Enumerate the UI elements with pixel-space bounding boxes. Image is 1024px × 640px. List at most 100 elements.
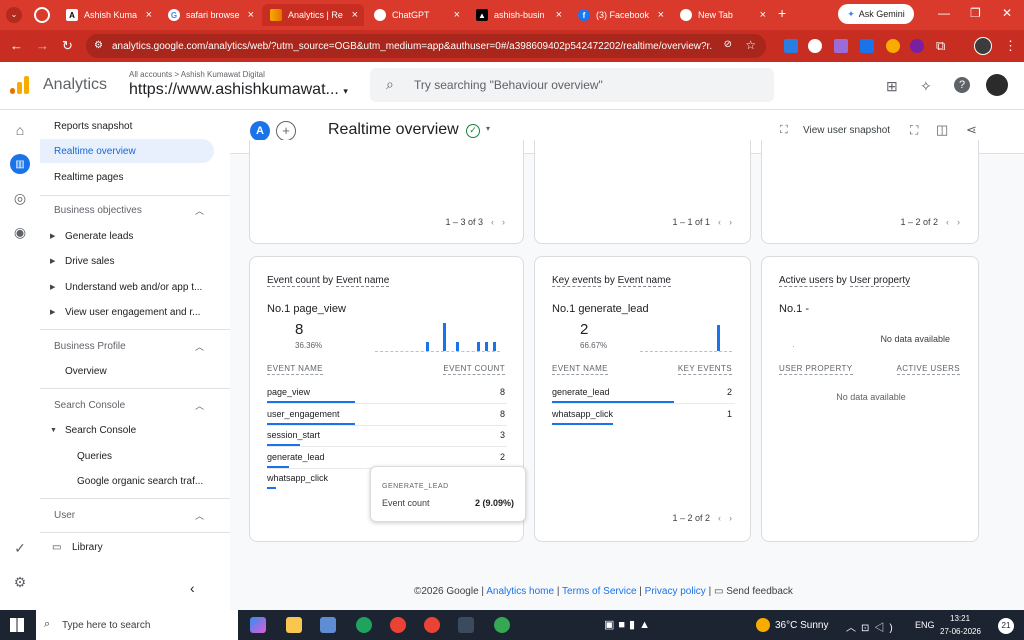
home-icon[interactable]: ⌂ — [10, 120, 30, 140]
fullscreen-icon[interactable]: ⛶ — [910, 123, 918, 138]
nav-library[interactable]: ▭ Library — [40, 535, 214, 559]
weather-text[interactable]: 36°C Sunny — [775, 620, 828, 631]
tab-ashish-business[interactable]: ▲ ashish-busin × — [468, 4, 568, 26]
app-icon[interactable] — [458, 617, 474, 633]
next-page-icon[interactable]: › — [502, 217, 505, 227]
address-bar[interactable]: ⚙ analytics.google.com/analytics/web/?ut… — [86, 34, 766, 58]
admin-check-icon[interactable]: ✓ — [10, 538, 30, 558]
analytics-logo-icon[interactable] — [10, 76, 30, 96]
minimize-icon[interactable]: — — [938, 6, 950, 20]
nav-realtime-pages[interactable]: Realtime pages — [40, 165, 214, 189]
apps-grid-icon[interactable]: ⊞ — [886, 78, 898, 95]
prev-page-icon[interactable]: ‹ — [491, 217, 494, 227]
property-selector[interactable]: https://www.ashishkumawat... ▾ — [129, 81, 348, 99]
comparison-avatar[interactable]: A — [250, 121, 270, 141]
extension-icon[interactable] — [910, 39, 924, 53]
column-header-key-events[interactable]: KEY EVENTS — [677, 364, 732, 375]
extension-icon[interactable] — [808, 39, 822, 53]
tab-safari[interactable]: Gsafari browse × — [160, 4, 260, 26]
close-tab-icon[interactable]: × — [760, 9, 766, 21]
nav-understand-traffic[interactable]: ▶ Understand web and/or app t... — [40, 275, 214, 299]
column-header-active-users[interactable]: ACTIVE USERS — [896, 364, 960, 375]
extension-icon[interactable] — [834, 39, 848, 53]
app-icon[interactable] — [320, 617, 336, 633]
view-user-snapshot-button[interactable]: View user snapshot — [803, 125, 890, 136]
forward-icon[interactable]: → — [36, 38, 49, 53]
account-avatar[interactable] — [986, 74, 1008, 96]
tab-ashish[interactable]: A Ashish Kuma × — [58, 4, 158, 26]
nav-queries[interactable]: Queries — [40, 444, 214, 468]
back-icon[interactable]: ← — [10, 38, 23, 53]
nav-overview[interactable]: Overview — [40, 359, 214, 383]
status-dropdown-icon[interactable]: ▾ — [486, 124, 490, 133]
notification-badge[interactable]: 21 — [998, 618, 1014, 634]
close-tab-icon[interactable]: × — [454, 9, 460, 21]
tray-icons[interactable]: ︿⊡◁) — [846, 619, 898, 634]
share-icon[interactable]: ⋖ — [966, 122, 977, 138]
nav-reports-snapshot[interactable]: Reports snapshot — [40, 114, 214, 138]
section-search-console[interactable]: Search Console ︿ — [40, 393, 214, 417]
prev-page-icon[interactable]: ‹ — [946, 217, 949, 227]
section-business-objectives[interactable]: Business objectives ︿ — [40, 198, 214, 222]
nav-drive-sales[interactable]: ▶ Drive sales — [40, 249, 214, 273]
site-info-icon[interactable]: ⚙ — [94, 40, 103, 51]
user-snapshot-icon[interactable]: ⛶ — [780, 124, 788, 137]
close-tab-icon[interactable]: × — [248, 9, 254, 21]
profile-avatar[interactable] — [974, 37, 992, 55]
close-tab-icon[interactable]: × — [146, 9, 152, 21]
reload-icon[interactable]: ↻ — [62, 38, 73, 54]
settings-gear-icon[interactable]: ⚙ — [10, 572, 30, 592]
table-row-name[interactable]: session_start — [267, 430, 320, 440]
column-header-event-name[interactable]: EVENT NAME — [267, 364, 323, 375]
clock-time[interactable]: 13:21 — [950, 614, 970, 623]
ask-gemini-button[interactable]: ✦ Ask Gemini — [838, 4, 914, 24]
language-indicator[interactable]: ENG — [915, 620, 935, 630]
browser-menu-icon[interactable]: ⋮ — [1004, 38, 1017, 54]
send-feedback-link[interactable]: Send feedback — [726, 586, 793, 597]
table-row-name[interactable]: whatsapp_click — [267, 473, 328, 483]
column-header-event-count[interactable]: EVENT COUNT — [443, 364, 505, 375]
terms-link[interactable]: Terms of Service — [562, 586, 636, 597]
compare-icon[interactable]: ◫ — [936, 122, 948, 138]
file-explorer-icon[interactable] — [286, 617, 302, 633]
table-row-name[interactable]: page_view — [267, 387, 310, 397]
nav-realtime-overview[interactable]: Realtime overview — [40, 139, 214, 163]
section-business-profile[interactable]: Business Profile ︿ — [40, 334, 214, 358]
nav-organic-search[interactable]: Google organic search traf... — [40, 469, 214, 493]
explore-icon[interactable]: ◎ — [10, 188, 30, 208]
tray-app-icons[interactable]: ▣■▮▲ — [604, 618, 654, 631]
tab-facebook[interactable]: f (3) Facebook × — [570, 4, 670, 26]
next-page-icon[interactable]: › — [957, 217, 960, 227]
close-window-icon[interactable]: ✕ — [1002, 6, 1012, 20]
extensions-puzzle-icon[interactable]: ⧉ — [936, 38, 945, 54]
close-tab-icon[interactable]: × — [352, 9, 358, 21]
extension-icon[interactable] — [886, 39, 900, 53]
column-header-user-property[interactable]: USER PROPERTY — [779, 364, 853, 375]
help-icon[interactable]: ? — [954, 77, 970, 93]
collapse-nav-icon[interactable]: ‹ — [190, 580, 195, 596]
copilot-icon[interactable] — [250, 617, 266, 633]
chrome-icon[interactable] — [390, 617, 406, 633]
new-tab-button[interactable]: + — [778, 5, 786, 21]
prev-page-icon[interactable]: ‹ — [718, 513, 721, 523]
add-comparison-button[interactable]: + — [276, 121, 296, 141]
search-input[interactable]: ⌕ Try searching "Behaviour overview" — [370, 68, 774, 102]
table-row-name[interactable]: generate_lead — [267, 452, 325, 462]
nav-view-engagement[interactable]: ▶ View user engagement and r... — [40, 300, 214, 324]
tab-new[interactable]: New Tab × — [672, 4, 772, 26]
extension-icon[interactable] — [860, 39, 874, 53]
tab-analytics[interactable]: Analytics | Re × — [262, 4, 364, 26]
insights-icon[interactable]: ✧ — [920, 78, 932, 95]
privacy-link[interactable]: Privacy policy — [645, 586, 706, 597]
reports-icon[interactable]: ▥ — [10, 154, 30, 174]
clock-date[interactable]: 27-06-2026 — [940, 627, 981, 636]
chrome-active-icon[interactable] — [424, 617, 440, 633]
windows-start-icon[interactable] — [10, 618, 24, 632]
edge-icon[interactable] — [356, 617, 372, 633]
analytics-home-link[interactable]: Analytics home — [486, 586, 554, 597]
tab-search-button[interactable]: ⌄ — [6, 7, 22, 23]
tab-chatgpt[interactable]: ChatGPT × — [366, 4, 466, 26]
next-page-icon[interactable]: › — [729, 217, 732, 227]
column-header-event-name[interactable]: EVENT NAME — [552, 364, 608, 375]
close-tab-icon[interactable]: × — [556, 9, 562, 21]
